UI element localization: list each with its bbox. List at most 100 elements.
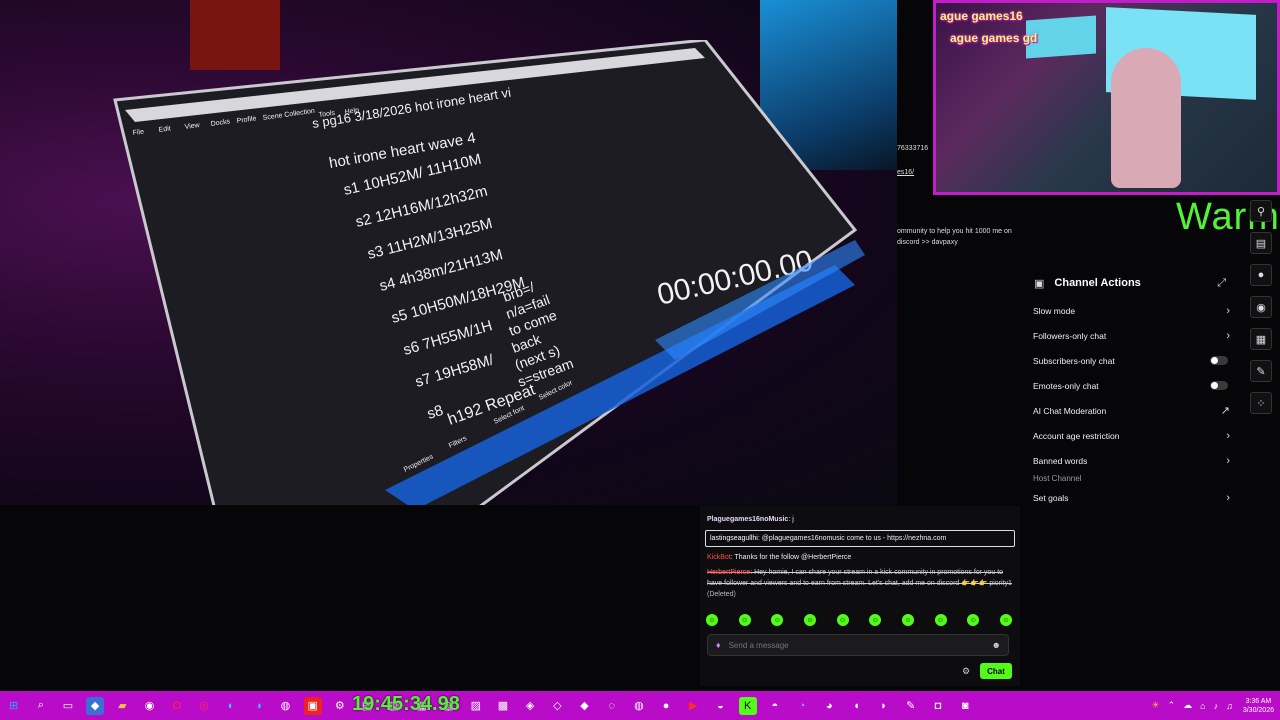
app-icon[interactable]: ▩ bbox=[494, 697, 512, 715]
emote-icon[interactable]: ☺ bbox=[836, 614, 849, 626]
popout-icon[interactable]: ⤢ bbox=[1217, 277, 1226, 290]
action-followers-only[interactable]: Followers-only chat › bbox=[1024, 323, 1242, 348]
broadcast-icon[interactable]: ◉ bbox=[1250, 296, 1272, 318]
app-icon[interactable]: ◗ bbox=[875, 697, 893, 715]
gear-icon[interactable]: ⚙ bbox=[962, 666, 970, 677]
folder-icon[interactable]: ▰ bbox=[113, 697, 131, 715]
app-icon[interactable]: ◖ bbox=[847, 697, 865, 715]
action-label: Slow mode bbox=[1033, 305, 1076, 316]
chat-panel: Plaguegames16noMusic: j lastingseagullhi… bbox=[700, 506, 1020, 686]
action-label: Emotes-only chat bbox=[1033, 380, 1099, 391]
emote-icon[interactable]: ☺ bbox=[803, 614, 816, 626]
windows-start-icon[interactable]: ⊞ bbox=[5, 697, 23, 715]
emote-icon[interactable]: ☺ bbox=[869, 614, 882, 626]
tray-clock[interactable]: 3:36 AM 3/30/2026 bbox=[1243, 697, 1274, 715]
cloud-icon[interactable]: ☁ bbox=[1183, 700, 1192, 711]
emote-icon[interactable]: ☺ bbox=[738, 614, 751, 626]
app-icon[interactable]: ◇ bbox=[548, 697, 566, 715]
action-label: Set goals bbox=[1033, 492, 1069, 503]
app-icon[interactable]: ● bbox=[657, 697, 675, 715]
chat-input-box: ♦ ☻ bbox=[707, 634, 1009, 656]
action-label: AI Chat Moderation bbox=[1033, 405, 1107, 416]
chat-text: : j bbox=[788, 516, 794, 523]
pip-webcam: ague games16 ague games gd bbox=[933, 0, 1280, 195]
youtube-icon[interactable]: ▶ bbox=[684, 697, 702, 715]
chevron-right-icon: › bbox=[1226, 329, 1230, 342]
app-icon[interactable]: ◆ bbox=[576, 697, 594, 715]
pin-icon[interactable]: ⚲ bbox=[1250, 200, 1272, 222]
mic-icon[interactable]: ♪ bbox=[1214, 701, 1219, 711]
opera-icon[interactable]: O bbox=[168, 697, 186, 715]
mic-icon[interactable]: ♦ bbox=[716, 640, 721, 650]
weather-icon[interactable]: ☀ bbox=[1152, 700, 1160, 711]
external-link-icon: ↗ bbox=[1220, 405, 1230, 417]
chat-text: : Hey homie, I can share your stream in … bbox=[707, 569, 1012, 587]
wrench-icon[interactable]: ✎ bbox=[1250, 360, 1272, 382]
emote-icon[interactable]: ☺ bbox=[934, 614, 947, 626]
emote-icon[interactable]: ☺ bbox=[706, 614, 718, 626]
chevron-right-icon: › bbox=[1226, 454, 1230, 467]
steam-icon[interactable]: ◍ bbox=[276, 697, 294, 715]
app-icon[interactable]: ◈ bbox=[521, 697, 539, 715]
chat-message-deleted: HerbertPierce: Hey homie, I can share yo… bbox=[700, 565, 1020, 602]
pip-tag: ague games16 bbox=[940, 9, 1023, 23]
clipboard-icon[interactable]: ▤ bbox=[1250, 232, 1272, 254]
obs-icon[interactable]: ◉ bbox=[141, 697, 159, 715]
emote-icon[interactable]: ☺ bbox=[771, 614, 784, 626]
task-view-icon[interactable]: ▭ bbox=[59, 697, 77, 715]
edge-icon[interactable]: ◐ bbox=[222, 697, 240, 715]
browser-icon[interactable]: ◑ bbox=[249, 697, 267, 715]
emotes-only-toggle[interactable] bbox=[1210, 381, 1228, 390]
deleted-tag: (Deleted) bbox=[707, 591, 736, 598]
app-red-icon[interactable]: ▣ bbox=[303, 696, 322, 715]
app-icon[interactable]: ◆ bbox=[86, 696, 105, 715]
app-icon[interactable]: ▨ bbox=[467, 697, 485, 715]
chevron-up-icon[interactable]: ⌃ bbox=[1168, 700, 1176, 711]
settings-icon[interactable]: ⚙ bbox=[331, 697, 349, 715]
chat-username[interactable]: Plaguegames16noMusic bbox=[707, 516, 788, 523]
tray-time: 3:36 AM bbox=[1245, 697, 1272, 705]
discord-icon[interactable]: ◔ bbox=[793, 697, 811, 715]
app-icon[interactable]: ◒ bbox=[711, 697, 729, 715]
action-ai-moderation[interactable]: AI Chat Moderation ↗ bbox=[1024, 398, 1242, 423]
stream-id-text: 76333716 bbox=[897, 145, 929, 152]
app-icon[interactable]: ◙ bbox=[956, 697, 974, 715]
subscribers-only-toggle[interactable] bbox=[1210, 356, 1228, 365]
overlay-clock: 19:45:34.98 bbox=[352, 693, 460, 715]
action-set-goals[interactable]: Set goals › bbox=[1024, 485, 1242, 510]
opera-gx-icon[interactable]: ◎ bbox=[195, 697, 213, 715]
channel-actions-panel: ▣ Channel Actions ⤢ Slow mode › Follower… bbox=[1024, 268, 1242, 510]
chat-input[interactable] bbox=[728, 640, 992, 650]
chat-send-button[interactable]: Chat bbox=[980, 663, 1012, 679]
emote-bar: ☺ ☺ ☺ ☺ ☺ ☺ ☺ ☺ ☺ ☺ bbox=[706, 614, 1012, 626]
group-icon[interactable]: ⁘ bbox=[1250, 392, 1272, 414]
stream-about-text: ommunity to help you hit 1000 me on disc… bbox=[897, 228, 1012, 246]
app-icon[interactable]: ◌ bbox=[603, 697, 621, 715]
app-icon[interactable]: ◓ bbox=[766, 697, 784, 715]
emote-icon[interactable]: ☺ bbox=[999, 614, 1012, 626]
chat-username[interactable]: HerbertPierce bbox=[707, 569, 750, 576]
emoji-icon[interactable]: ☻ bbox=[992, 640, 1001, 650]
emote-icon[interactable]: ☺ bbox=[967, 614, 980, 626]
channel-actions-header: ▣ Channel Actions ⤢ bbox=[1024, 268, 1242, 298]
chat-text: : @plaguegames16nomusic come to us - htt… bbox=[757, 535, 947, 542]
network-icon[interactable]: ⌂ bbox=[1200, 701, 1205, 711]
chat-username[interactable]: KickBot bbox=[707, 554, 731, 561]
app-icon[interactable]: ◍ bbox=[630, 697, 648, 715]
layout-icon[interactable]: ▦ bbox=[1250, 328, 1272, 350]
chat-bubble-icon[interactable]: ● bbox=[1250, 264, 1272, 286]
emote-icon[interactable]: ☺ bbox=[901, 614, 914, 626]
stream-link-text[interactable]: es16/ bbox=[897, 169, 914, 176]
taskbar: ⊞ ⌕ ▭ ◆ ▰ ◉ O ◎ ◐ ◑ ◍ ▣ ⚙ ▤ ▥ ▦ ▧ ▨ ▩ ◈ … bbox=[0, 691, 1280, 720]
action-account-age[interactable]: Account age restriction › bbox=[1024, 423, 1242, 448]
chat-username[interactable]: lastingseagullhi bbox=[710, 535, 758, 542]
action-label: Subscribers-only chat bbox=[1033, 355, 1115, 366]
kick-icon[interactable]: K bbox=[738, 696, 757, 715]
notepad-icon[interactable]: ✎ bbox=[902, 697, 920, 715]
action-banned-words[interactable]: Banned words › bbox=[1024, 448, 1242, 473]
volume-icon[interactable]: ♫ bbox=[1226, 701, 1233, 711]
search-icon[interactable]: ⌕ bbox=[32, 697, 50, 715]
action-slow-mode[interactable]: Slow mode › bbox=[1024, 298, 1242, 323]
app-icon[interactable]: ◘ bbox=[929, 697, 947, 715]
chrome-icon[interactable]: ◕ bbox=[820, 697, 838, 715]
